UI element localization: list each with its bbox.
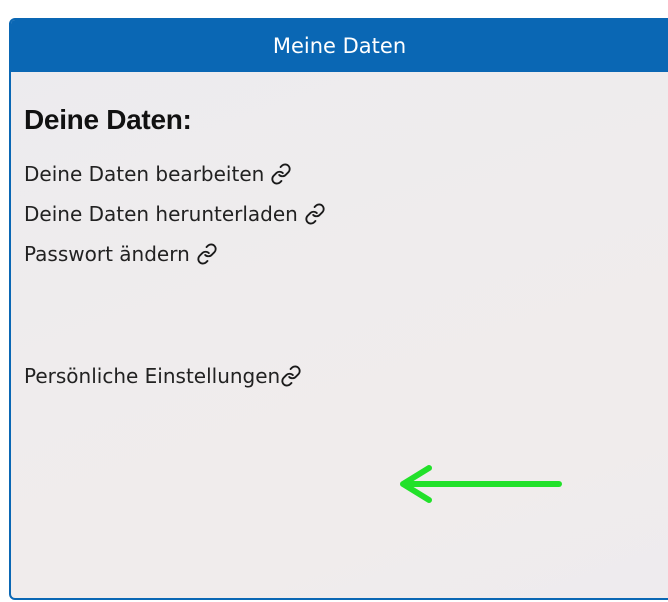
link-icon: [196, 243, 218, 265]
link-icon: [280, 365, 302, 387]
green-arrow-icon: [400, 465, 562, 503]
personal-settings-link[interactable]: Persönliche Einstellungen: [24, 356, 668, 396]
link-icon: [270, 163, 292, 185]
edit-data-link-label: Deine Daten bearbeiten: [24, 162, 265, 186]
link-icon: [304, 203, 326, 225]
meine-daten-panel: Meine Daten Deine Daten: Deine Daten bea…: [9, 18, 668, 600]
panel-body: Deine Daten: Deine Daten bearbeiten Dein…: [11, 104, 668, 503]
panel-header: Meine Daten: [11, 20, 668, 72]
panel-title: Meine Daten: [272, 34, 407, 58]
personal-settings-link-label: Persönliche Einstellungen: [24, 364, 281, 388]
change-password-link-label: Passwort ändern: [24, 242, 190, 266]
change-password-link[interactable]: Passwort ändern: [24, 234, 668, 274]
download-data-link[interactable]: Deine Daten herunterladen: [24, 194, 668, 234]
edit-data-link[interactable]: Deine Daten bearbeiten: [24, 154, 668, 194]
download-data-link-label: Deine Daten herunterladen: [24, 202, 298, 226]
section-title: Deine Daten:: [24, 104, 192, 135]
link-list: Deine Daten bearbeiten Deine Daten herun…: [24, 154, 668, 396]
